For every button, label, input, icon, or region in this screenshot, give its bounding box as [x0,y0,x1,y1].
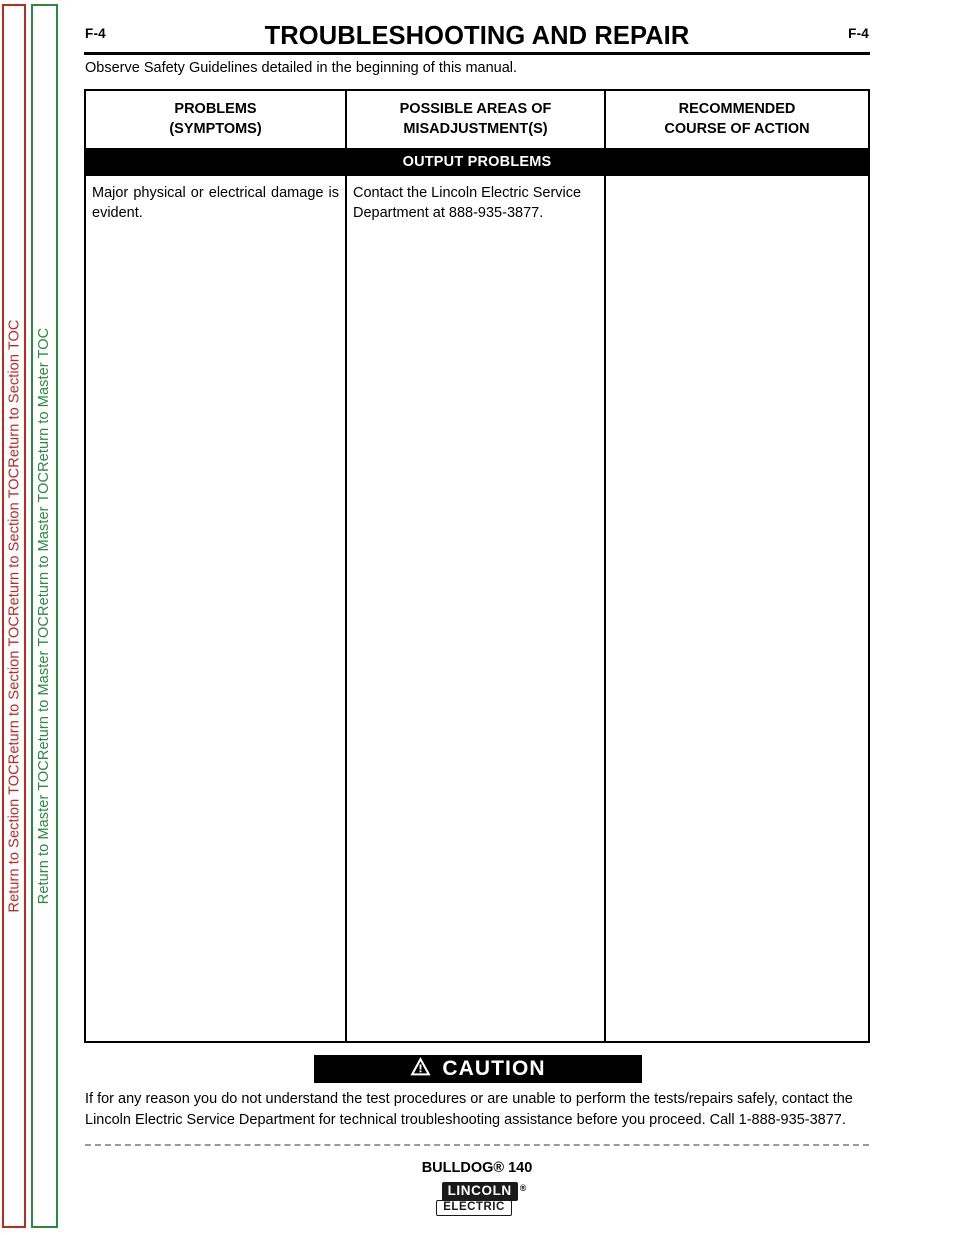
page-header: F-4 TROUBLESHOOTING AND REPAIR F-4 [84,22,870,56]
column-header-misadjustments-line2: MISADJUSTMENT(S) [403,120,548,137]
return-to-master-toc-bar[interactable]: Return to Master TOC Return to Master TO… [31,4,58,1228]
column-header-problems-line1: PROBLEMS [174,100,257,117]
logo-primary-row: LINCOLN ® [441,1182,527,1202]
sidebar-item-section-toc[interactable]: Return to Section TOC [6,320,22,468]
column-header-recommended-action: RECOMMENDED COURSE OF ACTION [606,91,868,148]
warning-triangle-icon [410,1057,431,1081]
sidebar-item-master-toc[interactable]: Return to Master TOC [37,616,53,760]
column-header-misadjustments: POSSIBLE AREAS OF MISADJUSTMENT(S) [345,91,606,148]
sidebar-item-master-toc[interactable]: Return to Master TOC [37,328,53,472]
lincoln-electric-logo: LINCOLN ® ELECTRIC [84,1182,870,1217]
sidebar-item-section-toc[interactable]: Return to Section TOC [6,764,22,912]
caution-label: CAUTION [442,1057,546,1080]
page-title: TROUBLESHOOTING AND REPAIR [264,22,690,50]
column-header-recommended-action-line2: COURSE OF ACTION [664,120,810,137]
footer-model-name: BULLDOG® 140 [421,1160,533,1176]
page-number-right: F-4 [848,26,869,41]
column-header-problems: PROBLEMS (SYMPTOMS) [86,91,345,148]
sidebar-item-section-toc[interactable]: Return to Section TOC [6,468,22,616]
observe-safety-note: Observe Safety Guidelines detailed in th… [85,60,518,76]
table-header-row: PROBLEMS (SYMPTOMS) POSSIBLE AREAS OF MI… [86,91,868,150]
column-header-problems-line2: (SYMPTOMS) [169,120,262,137]
sidebar-item-master-toc[interactable]: Return to Master TOC [37,760,53,904]
sidebar-item-master-toc[interactable]: Return to Master TOC [37,472,53,616]
logo-electric-text: ELECTRIC [436,1200,512,1217]
cell-problem: Major physical or electrical damage is e… [92,185,339,221]
section-toc-label-stack: Return to Section TOC Return to Section … [6,320,22,913]
table-section-band-output-problems: OUTPUT PROBLEMS [86,150,868,174]
logo-registered-mark: ® [519,1183,527,1193]
return-to-section-toc-bar[interactable]: Return to Section TOC Return to Section … [2,4,26,1228]
cell-recommended-action [606,176,868,1041]
column-header-recommended-action-line1: RECOMMENDED [678,100,796,117]
column-header-misadjustments-line1: POSSIBLE AREAS OF [399,100,552,117]
sidebar-item-section-toc[interactable]: Return to Section TOC [6,616,22,764]
logo-lincoln-text: LINCOLN [441,1182,518,1202]
footer-divider [85,1144,869,1146]
table-row: Major physical or electrical damage is e… [86,174,868,1041]
cell-misadjustment: Contact the Lincoln Electric Service Dep… [345,176,606,1041]
troubleshooting-table: PROBLEMS (SYMPTOMS) POSSIBLE AREAS OF MI… [84,89,870,1043]
caution-body-text: If for any reason you do not understand … [85,1091,853,1128]
header-divider [84,52,870,55]
master-toc-label-stack: Return to Master TOC Return to Master TO… [37,328,53,904]
caution-banner: CAUTION [314,1055,642,1083]
document-page: F-4 TROUBLESHOOTING AND REPAIR F-4 Obser… [84,0,870,1235]
